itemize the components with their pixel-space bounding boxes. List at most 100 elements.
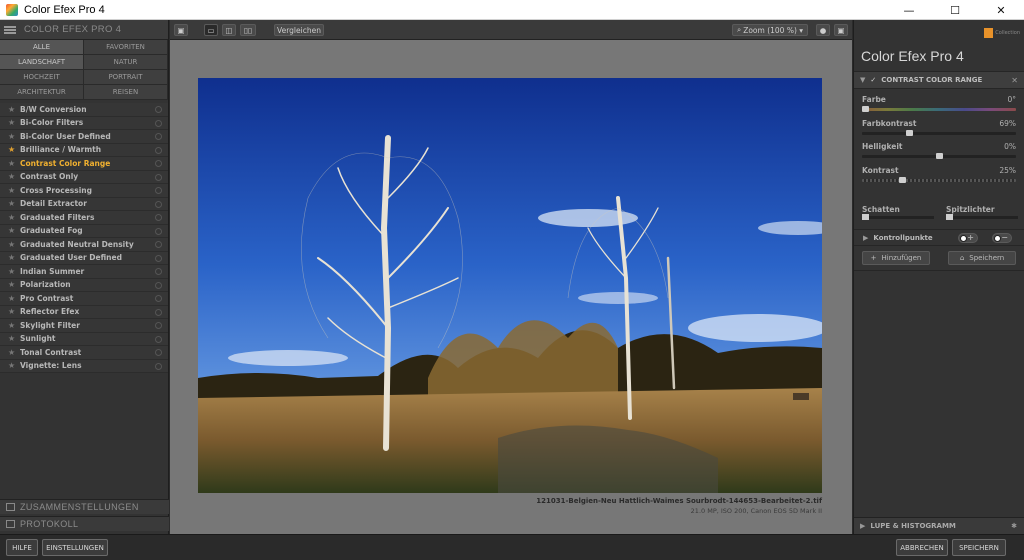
slider-knob[interactable]	[898, 176, 906, 183]
parameter-slider[interactable]	[862, 108, 1016, 111]
remove-control-point-button[interactable]: −	[992, 233, 1012, 243]
favorite-star-icon[interactable]: ★	[8, 145, 16, 154]
filter-preset-icon[interactable]	[155, 254, 162, 262]
favorite-star-icon[interactable]: ★	[8, 118, 16, 127]
filter-preset-icon[interactable]	[155, 119, 162, 127]
filter-list-item[interactable]: ★ Brilliance / Warmth	[0, 143, 168, 157]
filter-preset-icon[interactable]	[155, 349, 162, 356]
favorite-star-icon[interactable]: ★	[8, 159, 16, 168]
history-section[interactable]: PROTOKOLL	[0, 516, 169, 531]
slider-knob[interactable]	[935, 153, 943, 159]
favorite-star-icon[interactable]: ★	[8, 132, 16, 141]
filter-remove-icon[interactable]: ✕	[1011, 76, 1018, 85]
filter-preset-icon[interactable]	[155, 200, 162, 208]
filter-preset-icon[interactable]	[155, 295, 162, 302]
add-control-point-button[interactable]: +	[958, 233, 978, 243]
filter-list-item[interactable]: ★ Contrast Only	[0, 170, 168, 184]
filter-preset-icon[interactable]	[155, 268, 162, 275]
expand-triangle-icon[interactable]: ▶	[863, 234, 868, 242]
filter-list-item[interactable]: ★ Graduated Neutral Density	[0, 238, 168, 252]
toggle-controls-icon[interactable]: ▣	[834, 24, 848, 36]
filter-list-item[interactable]: ★ Vignette: Lens	[0, 359, 168, 373]
filter-preset-icon[interactable]	[155, 335, 162, 343]
help-button[interactable]: HILFE	[6, 539, 38, 556]
favorite-star-icon[interactable]: ★	[8, 105, 16, 114]
favorite-star-icon[interactable]: ★	[8, 226, 16, 235]
favorite-star-icon[interactable]: ★	[8, 280, 16, 289]
zoom-dropdown[interactable]: ⌕ Zoom (100 %) ▾	[732, 24, 808, 36]
category-tab[interactable]: ARCHITEKTUR	[0, 85, 84, 100]
favorite-star-icon[interactable]: ★	[8, 307, 16, 316]
filter-list-item[interactable]: ★ Graduated Filters	[0, 211, 168, 225]
save-recipe-button[interactable]: ⌂ Speichern	[948, 251, 1016, 265]
loupe-histogram-section[interactable]: ▶ LUPE & HISTOGRAMM ✱	[854, 517, 1024, 534]
save-button[interactable]: SPEICHERN	[952, 539, 1006, 556]
filter-list-item[interactable]: ★ Pro Contrast	[0, 292, 168, 306]
slider-knob[interactable]	[906, 129, 914, 136]
favorite-star-icon[interactable]: ★	[8, 334, 16, 343]
category-tab[interactable]: LANDSCHAFT	[0, 55, 84, 70]
favorite-star-icon[interactable]: ★	[8, 348, 16, 357]
filter-preset-icon[interactable]	[155, 241, 162, 248]
category-tab[interactable]: NATUR	[84, 55, 168, 70]
filter-preset-icon[interactable]	[155, 362, 162, 370]
recipes-section[interactable]: ZUSAMMENSTELLUNGEN	[0, 499, 169, 514]
filter-preset-icon[interactable]	[155, 133, 162, 140]
expand-triangle-icon[interactable]: ▶	[860, 522, 865, 530]
filter-preset-icon[interactable]	[155, 308, 162, 316]
compare-button[interactable]: Vergleichen	[274, 24, 324, 36]
filter-header[interactable]: ▼ ✓ CONTRAST COLOR RANGE ✕	[854, 72, 1024, 89]
filter-preset-icon[interactable]	[155, 106, 162, 113]
filter-list-item[interactable]: ★ Reflector Efex	[0, 305, 168, 319]
side-by-side-view-icon[interactable]: ▯▯	[240, 24, 256, 36]
favorite-star-icon[interactable]: ★	[8, 240, 16, 249]
filter-preset-icon[interactable]	[155, 173, 162, 181]
background-icon[interactable]: ●	[816, 24, 830, 36]
preview-image[interactable]	[198, 78, 822, 493]
filter-list-item[interactable]: ★ Cross Processing	[0, 184, 168, 198]
control-points-row[interactable]: ▶ Kontrollpunkte + −	[854, 229, 1024, 246]
shadows-slider[interactable]	[862, 216, 934, 219]
filter-list-item[interactable]: ★ Sunlight	[0, 332, 168, 346]
filter-list-item[interactable]: ★ Polarization	[0, 278, 168, 292]
collapse-triangle-icon[interactable]: ▼	[860, 76, 865, 84]
favorite-star-icon[interactable]: ★	[8, 172, 16, 181]
cancel-button[interactable]: ABBRECHEN	[896, 539, 948, 556]
parameter-slider[interactable]	[862, 131, 1016, 135]
filter-list-item[interactable]: ★ Graduated Fog	[0, 224, 168, 238]
filter-list-item[interactable]: ★ Bi-Color User Defined	[0, 130, 168, 144]
favorite-star-icon[interactable]: ★	[8, 199, 16, 208]
filter-preset-icon[interactable]	[155, 146, 162, 154]
settings-button[interactable]: EINSTELLUNGEN	[42, 539, 108, 556]
filter-preset-icon[interactable]	[155, 160, 162, 167]
single-view-icon[interactable]: ▭	[204, 24, 218, 36]
filter-preset-icon[interactable]	[155, 227, 162, 235]
favorite-star-icon[interactable]: ★	[8, 361, 16, 370]
filter-list-item[interactable]: ★ Tonal Contrast	[0, 346, 168, 360]
parameter-slider[interactable]	[862, 178, 1016, 182]
pin-icon[interactable]: ✱	[1011, 522, 1017, 530]
filter-list-item[interactable]: ★ Skylight Filter	[0, 319, 168, 333]
highlights-slider[interactable]	[946, 216, 1018, 219]
category-tab[interactable]: PORTRAIT	[84, 70, 168, 85]
split-view-icon[interactable]: ◫	[222, 24, 236, 36]
filter-list-item[interactable]: ★ Detail Extractor	[0, 197, 168, 211]
slider-knob[interactable]	[862, 106, 869, 112]
category-tab[interactable]: REISEN	[84, 85, 168, 100]
filter-enabled-checkbox[interactable]: ✓	[870, 76, 876, 84]
category-tab[interactable]: ALLE	[0, 40, 84, 55]
menu-icon[interactable]	[4, 25, 16, 34]
favorite-star-icon[interactable]: ★	[8, 321, 16, 330]
toggle-browser-icon[interactable]: ▣	[174, 24, 188, 36]
close-button[interactable]: ✕	[978, 0, 1024, 20]
favorite-star-icon[interactable]: ★	[8, 253, 16, 262]
filter-preset-icon[interactable]	[155, 187, 162, 194]
filter-list-item[interactable]: ★ Bi-Color Filters	[0, 116, 168, 130]
filter-list-item[interactable]: ★ Graduated User Defined	[0, 251, 168, 265]
filter-list-item[interactable]: ★ B/W Conversion	[0, 103, 168, 117]
filter-list-item[interactable]: ★ Indian Summer	[0, 265, 168, 279]
category-tab[interactable]: HOCHZEIT	[0, 70, 84, 85]
highlights-knob[interactable]	[946, 214, 953, 220]
shadows-knob[interactable]	[862, 214, 869, 220]
favorite-star-icon[interactable]: ★	[8, 294, 16, 303]
